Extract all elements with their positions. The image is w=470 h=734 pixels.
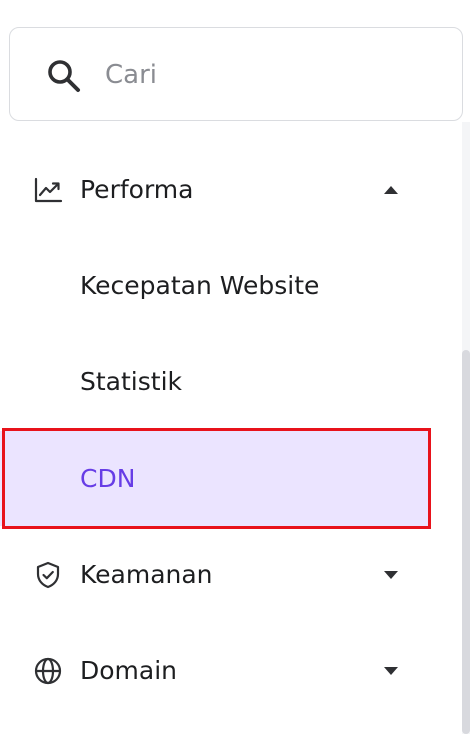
- menu-item-label: Keamanan: [80, 560, 213, 589]
- submenu-item-statistik[interactable]: Statistik: [0, 335, 460, 429]
- caret-down-icon: [384, 571, 398, 579]
- menu-item-label: Performa: [80, 175, 194, 204]
- caret-down-icon: [384, 667, 398, 675]
- scrollbar-thumb[interactable]: [462, 350, 470, 734]
- globe-icon: [34, 657, 62, 685]
- trending-up-icon: [34, 177, 63, 203]
- search-box[interactable]: [9, 27, 463, 121]
- submenu-item-cdn[interactable]: CDN: [0, 431, 429, 526]
- search-icon: [48, 60, 80, 92]
- search-input[interactable]: [105, 54, 435, 96]
- submenu-item-label: Kecepatan Website: [80, 271, 320, 300]
- submenu-item-kecepatan-website[interactable]: Kecepatan Website: [0, 239, 460, 333]
- menu-item-keamanan[interactable]: Keamanan: [0, 528, 460, 622]
- shield-check-icon: [36, 561, 60, 589]
- caret-up-icon: [384, 186, 398, 194]
- menu-item-label: Domain: [80, 656, 178, 685]
- submenu-item-label: CDN: [80, 463, 136, 493]
- submenu-item-label: Statistik: [80, 367, 182, 396]
- menu-item-performa[interactable]: Performa: [0, 143, 460, 237]
- menu-item-domain[interactable]: Domain: [0, 624, 460, 718]
